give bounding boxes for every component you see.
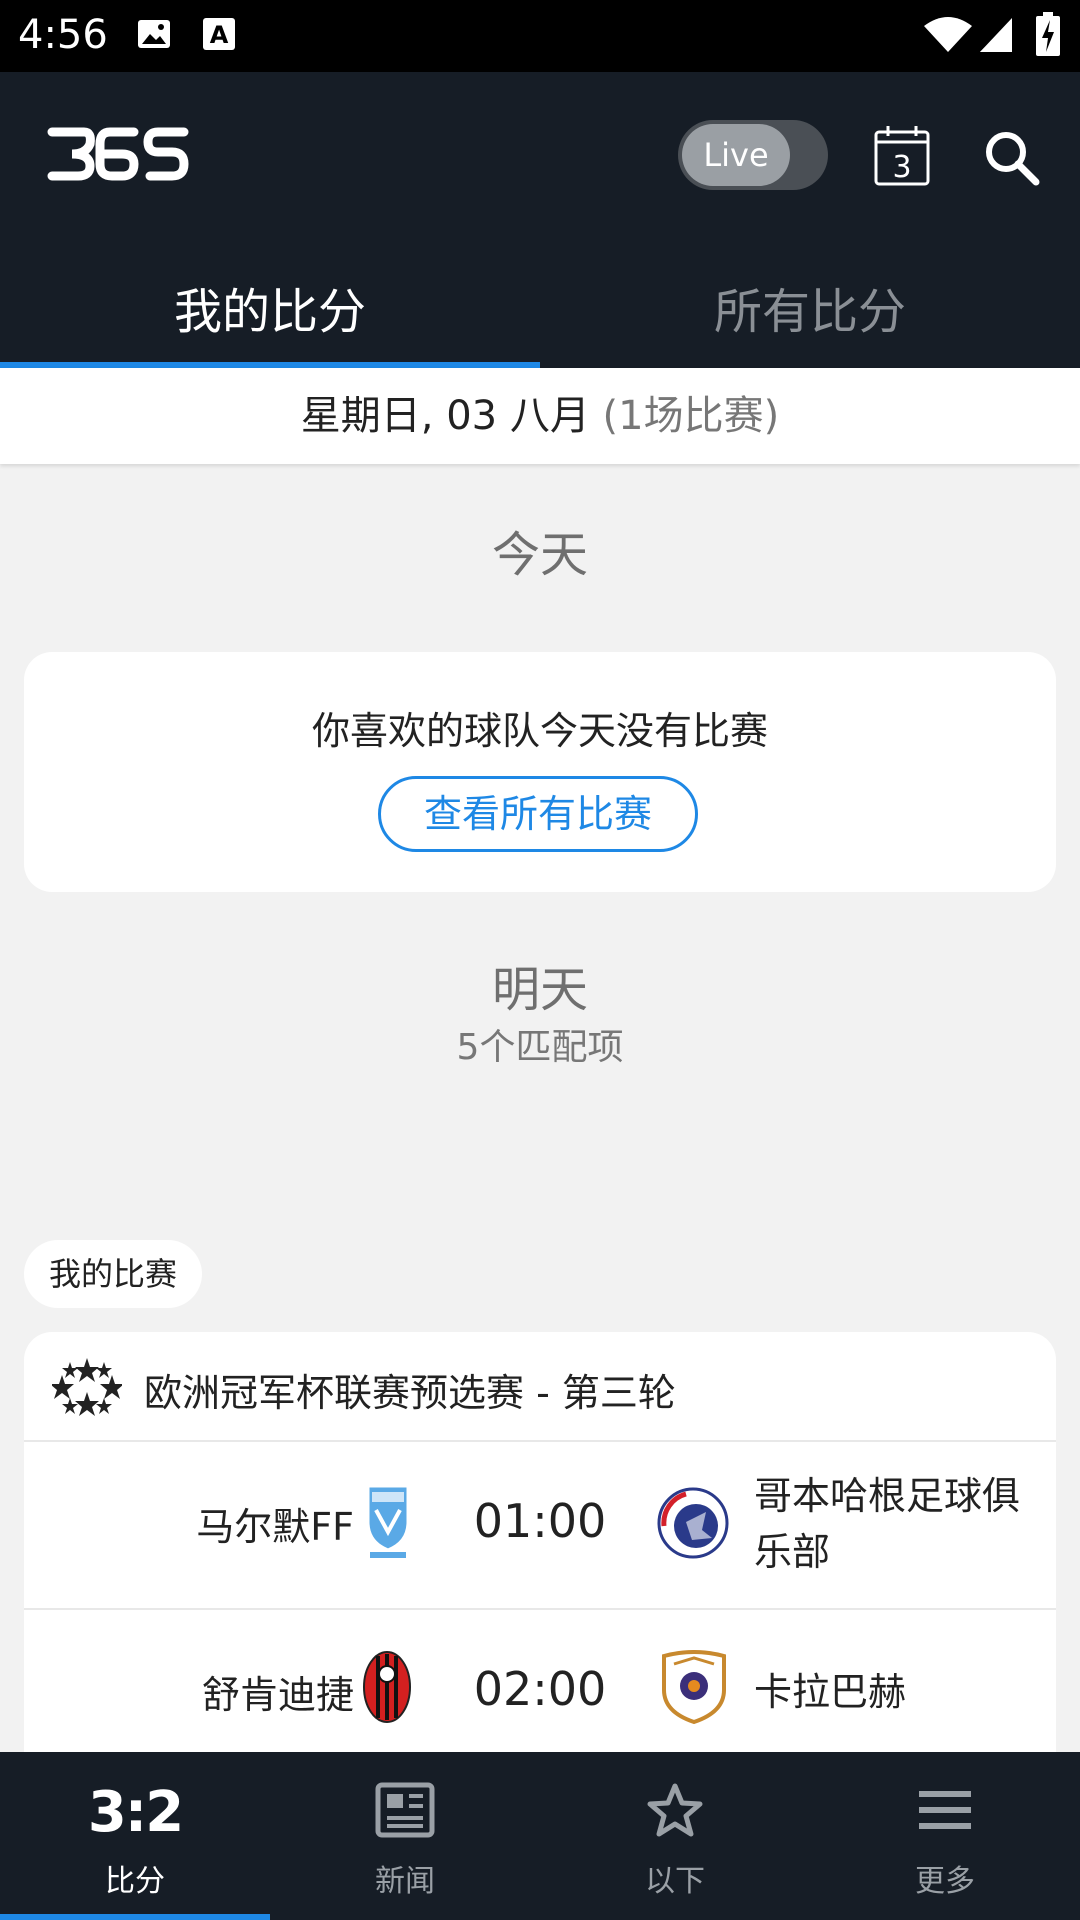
see-all-matches-button[interactable]: 查看所有比赛 xyxy=(378,776,698,852)
image-icon xyxy=(136,16,172,56)
status-bar: 4:56 A xyxy=(0,0,1080,72)
battery-charging-icon xyxy=(1036,12,1060,60)
champions-league-ball-icon xyxy=(50,1352,124,1426)
logo-365[interactable] xyxy=(46,124,192,186)
search-icon[interactable] xyxy=(984,130,1040,190)
calendar-day: 3 xyxy=(892,150,912,185)
home-team-name: 舒肯迪捷 xyxy=(201,1673,354,1717)
today-heading: 今天 xyxy=(491,527,588,583)
no-matches-card: 你喜欢的球队今天没有比赛 查看所有比赛 xyxy=(24,652,1056,892)
active-nav-indicator xyxy=(0,1914,270,1920)
league-name: 欧洲冠军杯联赛预选赛 - 第三轮 xyxy=(144,1371,676,1415)
wifi-icon xyxy=(924,14,972,58)
my-matches-chip: 我的比赛 xyxy=(24,1240,202,1308)
away-team-name: 卡拉巴赫 xyxy=(754,1670,907,1714)
nav-following-label: 以下 xyxy=(645,1864,705,1899)
live-toggle[interactable]: Live xyxy=(678,120,828,190)
status-time: 4:56 xyxy=(18,12,108,58)
malmo-ff-crest-icon xyxy=(364,1482,412,1566)
menu-icon xyxy=(915,1782,975,1842)
tomorrow-heading[interactable]: 明天 xyxy=(0,950,1080,1020)
match-time: 01:00 xyxy=(473,1494,607,1548)
match-row[interactable]: 马尔默FF 01:00 哥本哈根足球俱乐部 xyxy=(24,1442,1056,1610)
tab-all-scores[interactable]: 所有比分 xyxy=(540,272,1080,342)
nav-scores-label: 比分 xyxy=(105,1864,165,1899)
match-time: 02:00 xyxy=(473,1662,607,1716)
date-bar[interactable]: 星期日, 03 八月 (1场比赛) xyxy=(0,368,1080,464)
bottom-nav: 3:2 比分 新闻 以下 更多 xyxy=(0,1752,1080,1920)
away-team-name: 哥本哈根足球俱乐部 xyxy=(754,1474,1021,1574)
nav-news-label: 新闻 xyxy=(375,1864,435,1899)
fc-copenhagen-crest-icon xyxy=(656,1486,730,1564)
scores-icon: 3:2 xyxy=(87,1780,184,1845)
match-row[interactable]: 舒肯迪捷 02:00 卡拉巴赫 xyxy=(24,1610,1056,1752)
nav-more[interactable]: 更多 xyxy=(810,1752,1080,1920)
nav-following[interactable]: 以下 xyxy=(540,1752,810,1920)
tab-my-scores[interactable]: 我的比分 xyxy=(0,272,540,342)
date-match-count: (1场比赛) xyxy=(602,393,780,439)
date-label: 星期日, 03 八月 xyxy=(300,393,590,439)
live-toggle-knob: Live xyxy=(682,124,790,186)
nav-more-label: 更多 xyxy=(915,1864,975,1899)
tomorrow-match-count: 5个匹配项 xyxy=(456,1027,624,1068)
home-team-name: 马尔默FF xyxy=(196,1505,354,1549)
app-bar: Live 3 我的比分 所有比分 xyxy=(0,72,1080,368)
nav-news[interactable]: 新闻 xyxy=(270,1752,540,1920)
league-card: 欧洲冠军杯联赛预选赛 - 第三轮 马尔默FF 01:00 哥本哈根足球俱乐部 舒… xyxy=(24,1332,1056,1752)
star-icon xyxy=(645,1782,705,1844)
league-header[interactable]: 欧洲冠军杯联赛预选赛 - 第三轮 xyxy=(24,1332,1056,1442)
news-icon xyxy=(375,1782,435,1842)
no-matches-message: 你喜欢的球队今天没有比赛 xyxy=(311,709,768,753)
signal-icon xyxy=(978,14,1014,58)
nav-scores[interactable]: 3:2 比分 xyxy=(0,1752,270,1920)
svg-text:A: A xyxy=(210,21,229,49)
font-a-icon: A xyxy=(202,16,236,56)
qarabag-crest-icon xyxy=(660,1650,728,1728)
shkendija-crest-icon xyxy=(362,1650,412,1728)
